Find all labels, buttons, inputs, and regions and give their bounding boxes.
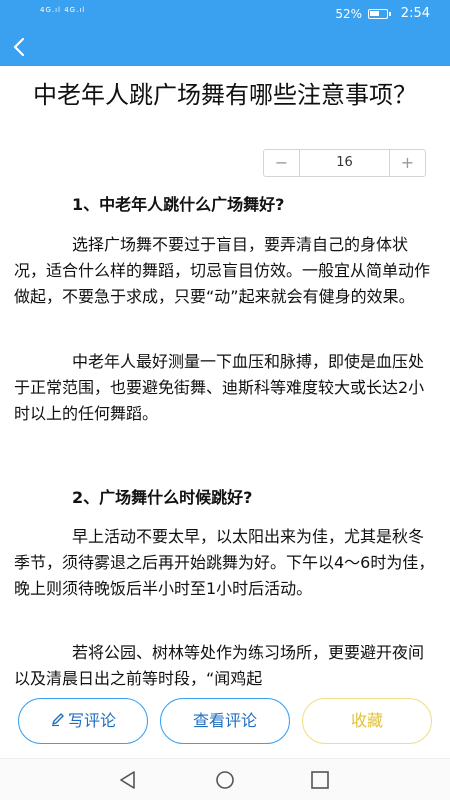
nav-recent-apps-icon[interactable] <box>308 769 332 791</box>
back-button[interactable] <box>6 32 36 62</box>
chevron-left-icon <box>13 37 25 57</box>
write-comment-label: 写评论 <box>67 711 116 730</box>
signal-icon: 4G.ıl 4G.ıl <box>40 6 86 14</box>
paragraph: 早上活动不要太早，以太阳出来为佳，尤其是秋冬季节，须待雾退之后再开始跳舞为好。下… <box>14 527 435 598</box>
section-heading: 1、中老年人跳什么广场舞好? <box>72 195 285 214</box>
article-title: 中老年人跳广场舞有哪些注意事项？ <box>33 81 417 109</box>
battery-icon <box>368 9 391 19</box>
paragraph: 中老年人最好测量一下血压和脉搏，即使是血压处于正常范围，也要避免街舞、迪斯科等难… <box>14 352 425 423</box>
system-navigation-bar <box>0 758 450 800</box>
favorite-button[interactable]: 收藏 <box>302 698 432 744</box>
pen-icon <box>50 700 66 744</box>
article-content[interactable]: 中老年人跳广场舞有哪些注意事项？ − 16 + 1、中老年人跳什么广场舞好? 选… <box>0 66 450 688</box>
paragraph: 选择广场舞不要过于盲目，要弄清自己的身体状况，适合什么样的舞蹈，切忌盲目仿效。一… <box>14 235 431 306</box>
bottom-action-bar: 写评论 查看评论 收藏 <box>0 688 450 758</box>
font-size-value[interactable]: 16 <box>301 150 388 176</box>
increase-button[interactable]: + <box>389 150 425 176</box>
write-comment-button[interactable]: 写评论 <box>18 698 148 744</box>
nav-back-icon[interactable] <box>116 769 140 791</box>
battery-percentage: 52% <box>335 7 362 21</box>
nav-home-icon[interactable] <box>213 769 237 791</box>
view-comments-button[interactable]: 查看评论 <box>160 698 290 744</box>
status-time: 2:54 <box>400 6 430 21</box>
font-size-stepper[interactable]: − 16 + <box>263 149 426 177</box>
status-bar: 4G.ıl 4G.ıl 52% 2:54 <box>0 0 450 28</box>
decrease-button[interactable]: − <box>264 150 300 176</box>
paragraph: 若将公园、树林等处作为练习场所，更要避开夜间以及清晨日出之前等时段，“闻鸡起 <box>14 643 425 688</box>
app-bar <box>0 28 450 66</box>
section-heading: 2、广场舞什么时候跳好? <box>72 488 253 507</box>
